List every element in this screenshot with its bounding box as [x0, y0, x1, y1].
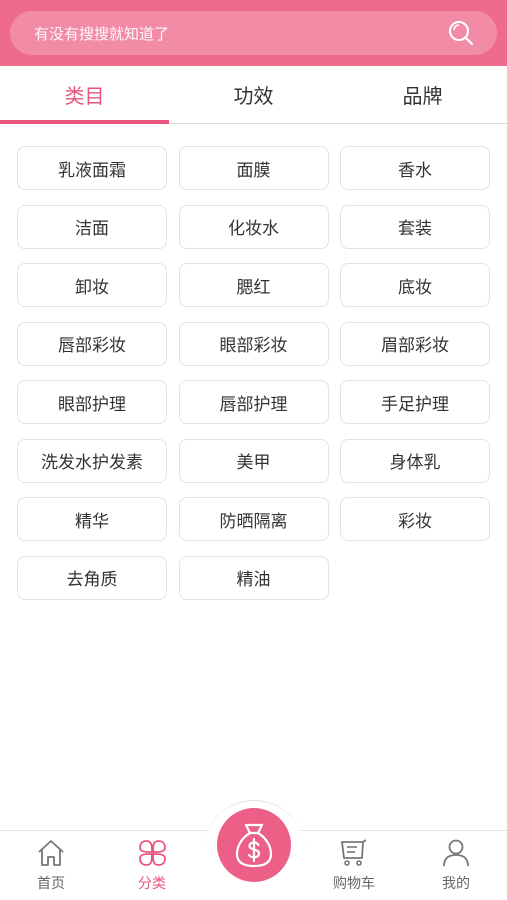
category-chip[interactable]: 精华 [17, 497, 167, 541]
tab-brand[interactable]: 品牌 [338, 66, 507, 123]
nav-category-label: 分类 [138, 876, 166, 892]
tab-effect[interactable]: 功效 [169, 66, 338, 123]
nav-category[interactable]: 分类 [112, 837, 192, 893]
search-bar[interactable]: 有没有搜搜就知道了 [10, 11, 497, 55]
user-icon [443, 839, 469, 867]
category-chip[interactable]: 腮红 [178, 263, 329, 307]
category-chip[interactable]: 眼部彩妆 [178, 321, 329, 366]
tab-category[interactable]: 类目 [0, 66, 169, 123]
nav-cart[interactable]: 购物车 [314, 837, 394, 893]
nav-mine[interactable]: 我的 [416, 837, 496, 893]
category-chip[interactable]: 套装 [340, 204, 490, 249]
category-chip[interactable]: 手足护理 [340, 380, 490, 424]
category-chip[interactable]: 眉部彩妆 [340, 321, 490, 366]
category-chip[interactable]: 洁面 [17, 204, 167, 249]
category-chip[interactable]: 化妆水 [178, 204, 329, 249]
money-bag-icon [235, 823, 273, 868]
category-chip[interactable]: 防晒隔离 [178, 497, 329, 541]
category-grid: 乳液面霜 面膜 香水 洁面 化妆水 套装 卸妆 腮红 底妆 唇部彩妆 眼部彩妆 … [17, 146, 490, 600]
category-chip[interactable]: 精油 [178, 555, 329, 600]
nav-home-label: 首页 [37, 876, 65, 892]
home-icon [38, 840, 64, 866]
category-chip[interactable]: 去角质 [17, 555, 167, 600]
header-bar: 有没有搜搜就知道了 [0, 0, 507, 66]
nav-home[interactable]: 首页 [11, 837, 91, 893]
category-chip[interactable]: 身体乳 [340, 438, 490, 483]
active-tab-indicator [0, 120, 169, 124]
category-chip[interactable]: 唇部护理 [178, 380, 329, 424]
category-chip[interactable]: 彩妆 [340, 497, 490, 541]
clover-icon [139, 840, 166, 866]
search-icon[interactable] [447, 19, 475, 47]
category-chip[interactable]: 唇部彩妆 [17, 321, 167, 366]
search-placeholder: 有没有搜搜就知道了 [34, 24, 170, 43]
category-chip[interactable]: 面膜 [178, 146, 329, 190]
category-chip[interactable]: 乳液面霜 [17, 146, 167, 190]
category-chip[interactable]: 底妆 [340, 263, 490, 307]
nav-mine-label: 我的 [442, 876, 470, 892]
category-chip[interactable]: 眼部护理 [17, 380, 167, 424]
center-action-button[interactable] [217, 808, 291, 882]
cart-icon [341, 839, 367, 866]
category-chip[interactable]: 卸妆 [17, 263, 167, 307]
nav-cart-label: 购物车 [333, 876, 375, 892]
category-chip[interactable]: 美甲 [178, 438, 329, 483]
category-chip[interactable]: 香水 [340, 146, 490, 190]
category-chip[interactable]: 洗发水护发素 [17, 438, 167, 483]
category-tabs: 类目 功效 品牌 [0, 66, 507, 124]
